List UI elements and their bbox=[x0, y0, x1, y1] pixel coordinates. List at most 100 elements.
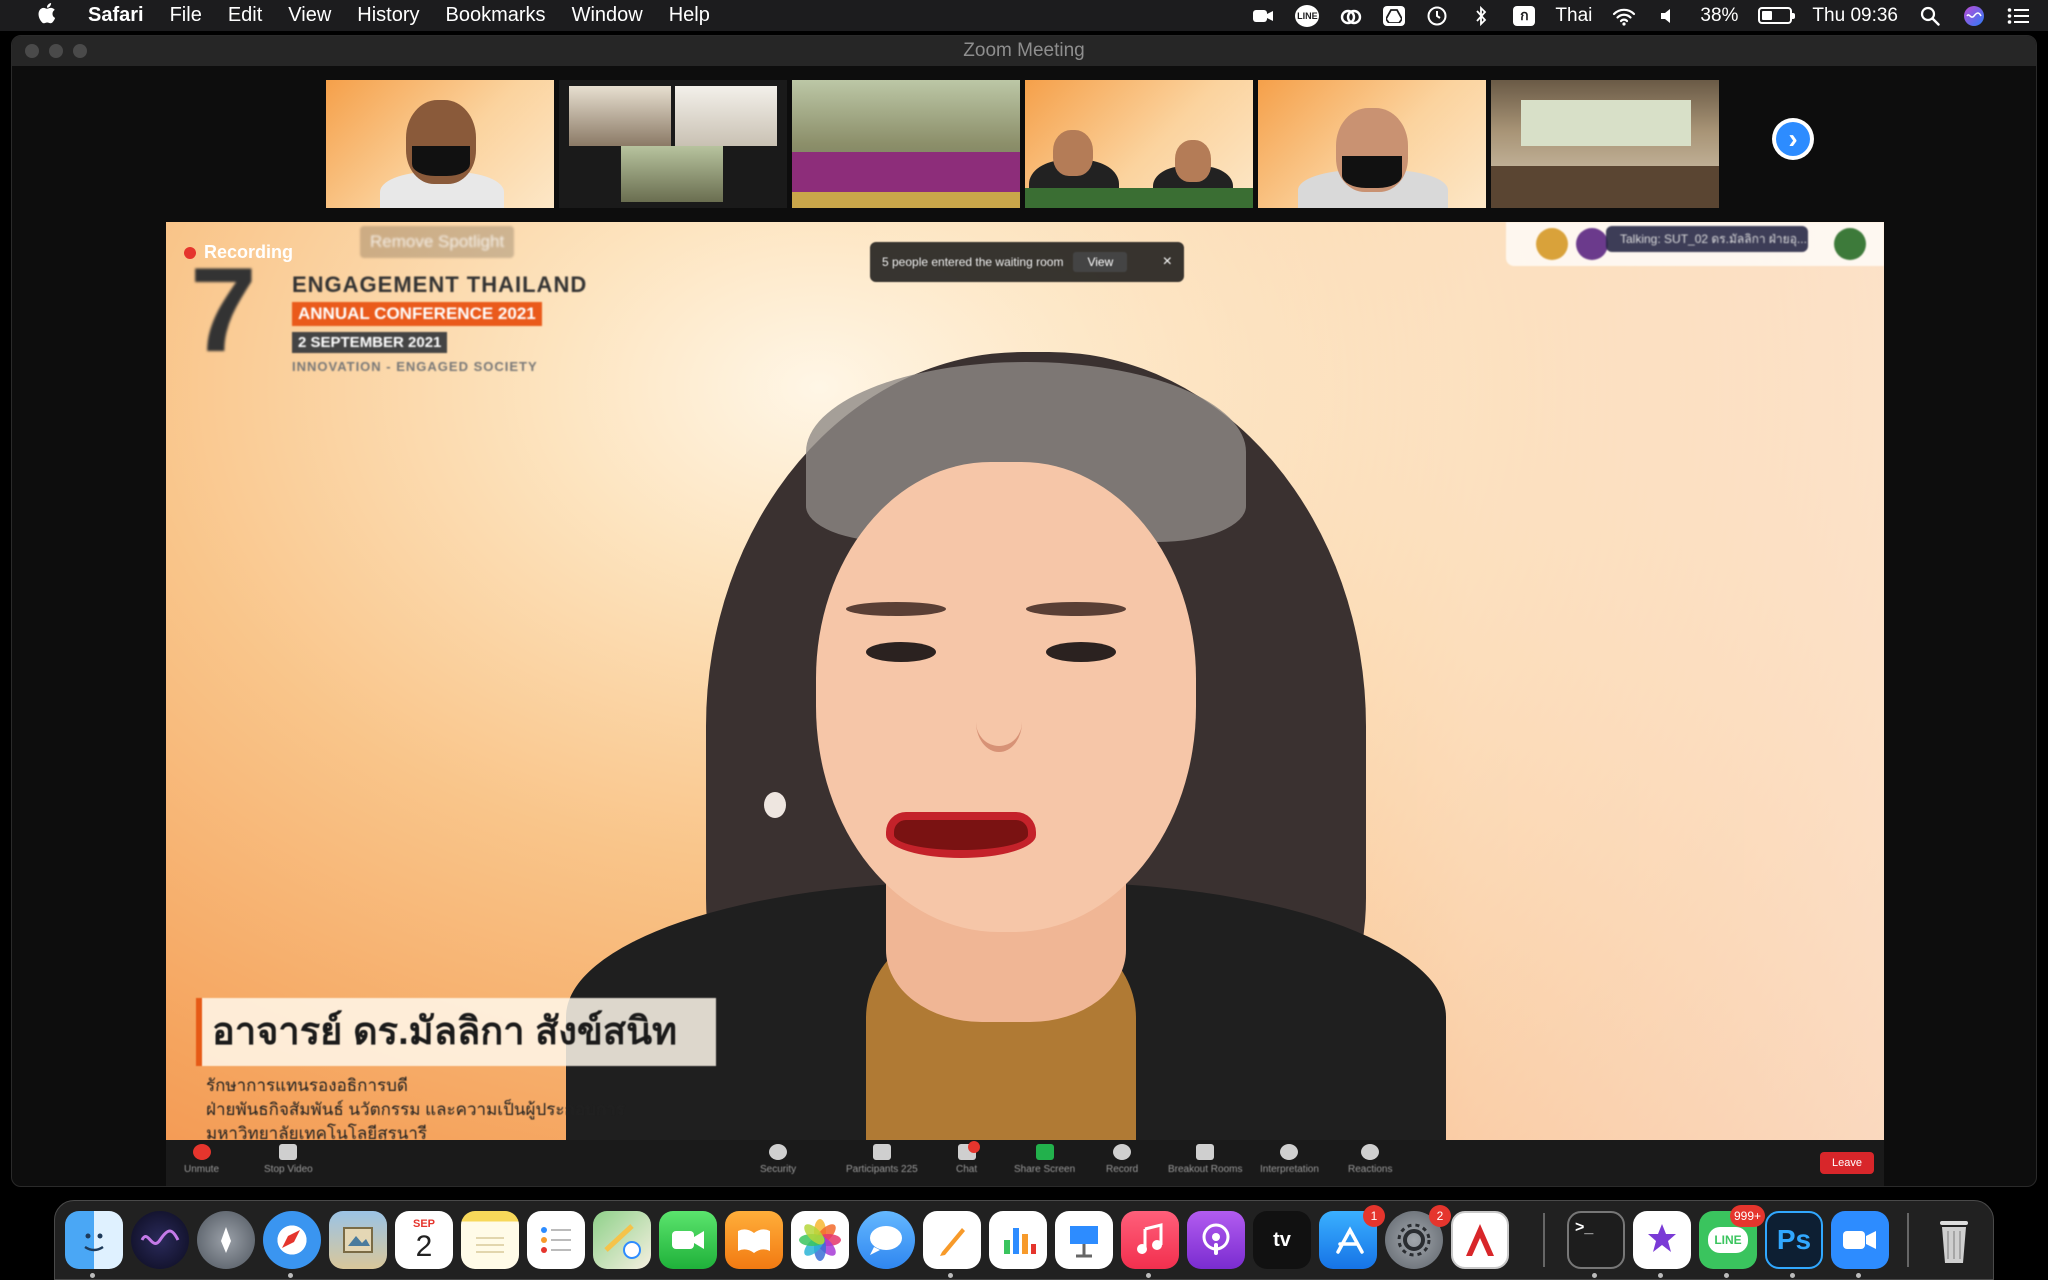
preview-icon[interactable] bbox=[329, 1211, 387, 1269]
spotlight-search-icon[interactable] bbox=[1918, 5, 1942, 27]
battery-icon[interactable] bbox=[1758, 7, 1796, 24]
security-button[interactable]: Security bbox=[760, 1144, 796, 1175]
talking-text: Talking: SUT_02 ดร.มัลลิกา ฝ่ายอุ... bbox=[1606, 226, 1808, 252]
maps-icon[interactable] bbox=[593, 1211, 651, 1269]
conference-number: 7 bbox=[190, 243, 257, 377]
active-speaker-video[interactable]: 7 ENGAGEMENT THAILAND ANNUAL CONFERENCE … bbox=[166, 222, 1884, 1140]
menu-bookmarks[interactable]: Bookmarks bbox=[446, 4, 546, 27]
clock[interactable]: Thu 09:36 bbox=[1812, 5, 1898, 27]
leave-button[interactable]: Leave bbox=[1820, 1152, 1874, 1174]
participant-video-4[interactable] bbox=[1025, 80, 1253, 208]
face-mask bbox=[412, 146, 470, 176]
speaker-title-line-1: รักษาการแทนรองอธิการบดี bbox=[206, 1076, 408, 1095]
menu-app-safari[interactable]: Safari bbox=[88, 4, 144, 27]
zoom-window: Zoom Meeting › 7 ENGAGEMENT THAILAND ANN… bbox=[11, 35, 2037, 1187]
apple-menu-icon[interactable] bbox=[26, 1, 66, 31]
record-button[interactable]: Record bbox=[1106, 1144, 1138, 1175]
siri-icon[interactable] bbox=[1962, 5, 1986, 27]
zoom-status-icon[interactable] bbox=[1251, 5, 1275, 27]
unmute-button[interactable]: Unmute bbox=[184, 1144, 219, 1175]
line-app-icon[interactable]: LINE 999+ bbox=[1699, 1205, 1765, 1269]
music-icon[interactable] bbox=[1121, 1211, 1179, 1269]
bluetooth-icon[interactable] bbox=[1469, 5, 1493, 27]
photoshop-label: Ps bbox=[1776, 1224, 1812, 1255]
notification-center-icon[interactable] bbox=[2006, 5, 2030, 27]
speaker-titles: รักษาการแทนรองอธิการบดี ฝ่ายพันธกิจสัมพั… bbox=[206, 1074, 625, 1140]
system-preferences-icon[interactable]: 2 bbox=[1385, 1205, 1451, 1269]
reminders-icon[interactable] bbox=[527, 1211, 585, 1269]
meeting-room-view bbox=[621, 146, 723, 202]
menu-help[interactable]: Help bbox=[669, 4, 710, 27]
participant-video-1[interactable] bbox=[326, 80, 554, 208]
unmute-label: Unmute bbox=[184, 1164, 220, 1175]
chat-button[interactable]: Chat bbox=[956, 1141, 980, 1175]
running-indicator bbox=[1856, 1273, 1861, 1278]
siri-app-icon[interactable] bbox=[131, 1211, 189, 1269]
input-source-label[interactable]: Thai bbox=[1555, 5, 1592, 27]
wifi-icon[interactable] bbox=[1612, 5, 1636, 27]
reactions-button[interactable]: Reactions bbox=[1348, 1144, 1392, 1175]
participant-head bbox=[1053, 130, 1093, 176]
menu-view[interactable]: View bbox=[288, 4, 331, 27]
speaker-eye bbox=[866, 642, 936, 662]
numbers-icon[interactable] bbox=[989, 1211, 1047, 1269]
input-source-icon[interactable]: ก bbox=[1513, 5, 1536, 26]
google-drive-icon[interactable] bbox=[1383, 5, 1406, 26]
waiting-room-view-button[interactable]: View bbox=[1073, 252, 1128, 272]
notes-icon[interactable] bbox=[461, 1211, 519, 1269]
terminal-icon[interactable]: >_ bbox=[1567, 1211, 1625, 1269]
participants-button[interactable]: Participants 225 bbox=[846, 1144, 918, 1175]
apple-tv-icon[interactable]: tv bbox=[1253, 1211, 1311, 1269]
remove-spotlight-button[interactable]: Remove Spotlight bbox=[360, 226, 515, 258]
interpretation-label: Interpretation bbox=[1260, 1164, 1319, 1175]
messages-icon[interactable] bbox=[857, 1211, 915, 1269]
books-icon[interactable] bbox=[725, 1211, 783, 1269]
menu-history[interactable]: History bbox=[357, 4, 419, 27]
stop-video-button[interactable]: Stop Video bbox=[264, 1144, 313, 1175]
photos-icon[interactable] bbox=[791, 1211, 849, 1269]
chat-label: Chat bbox=[956, 1164, 978, 1175]
speaker-title-line-2: ฝ่ายพันธกิจสัมพันธ์ นวัตกรรม และความเป็น… bbox=[206, 1100, 625, 1119]
next-page-arrow[interactable]: › bbox=[1772, 118, 1814, 160]
grid-icon bbox=[1196, 1144, 1215, 1160]
launchpad-icon[interactable] bbox=[197, 1211, 255, 1269]
safari-icon[interactable] bbox=[263, 1211, 321, 1269]
globe-icon bbox=[1280, 1144, 1299, 1160]
meeting-controls: Unmute Stop Video Security Participants … bbox=[166, 1140, 1884, 1186]
meeting-room-view bbox=[569, 86, 671, 146]
share-screen-button[interactable]: Share Screen bbox=[1014, 1144, 1075, 1175]
creative-cloud-icon[interactable] bbox=[1339, 5, 1363, 27]
participant-video-5[interactable] bbox=[1258, 80, 1486, 208]
close-icon[interactable]: × bbox=[1163, 253, 1172, 271]
zoom-app-icon[interactable] bbox=[1831, 1211, 1889, 1269]
running-indicator bbox=[90, 1273, 95, 1278]
keynote-icon[interactable] bbox=[1055, 1211, 1113, 1269]
battery-percent: 38% bbox=[1700, 4, 1739, 26]
participant-video-3[interactable] bbox=[792, 80, 1020, 208]
line-status-icon[interactable]: LINE bbox=[1295, 4, 1320, 27]
acrobat-icon[interactable] bbox=[1451, 1211, 1509, 1269]
trash-icon[interactable] bbox=[1925, 1211, 1983, 1269]
podcasts-icon[interactable] bbox=[1187, 1211, 1245, 1269]
app-store-icon[interactable]: 1 bbox=[1319, 1205, 1385, 1269]
pages-icon[interactable] bbox=[923, 1211, 981, 1269]
breakout-rooms-button[interactable]: Breakout Rooms bbox=[1168, 1144, 1242, 1175]
participant-video-2[interactable] bbox=[559, 80, 787, 208]
photoshop-icon[interactable]: Ps bbox=[1765, 1211, 1823, 1269]
waiting-room-notification: 5 people entered the waiting room View × bbox=[870, 242, 1184, 282]
meeting-room-view bbox=[675, 86, 777, 146]
calendar-icon[interactable]: SEP 2 bbox=[395, 1211, 453, 1269]
menu-window[interactable]: Window bbox=[572, 4, 643, 27]
waiting-room-text: 5 people entered the waiting room bbox=[882, 255, 1064, 269]
imovie-icon[interactable] bbox=[1633, 1211, 1691, 1269]
volume-icon[interactable] bbox=[1656, 5, 1680, 27]
interpretation-button[interactable]: Interpretation bbox=[1260, 1144, 1319, 1175]
app-store-badge: 1 bbox=[1363, 1205, 1385, 1227]
facetime-icon[interactable] bbox=[659, 1211, 717, 1269]
menu-file[interactable]: File bbox=[170, 4, 202, 27]
conference-line-2: ANNUAL CONFERENCE 2021 bbox=[292, 302, 542, 326]
menu-edit[interactable]: Edit bbox=[228, 4, 262, 27]
participant-video-6[interactable] bbox=[1491, 80, 1719, 208]
time-machine-icon[interactable] bbox=[1425, 5, 1449, 27]
finder-icon[interactable] bbox=[65, 1211, 123, 1269]
